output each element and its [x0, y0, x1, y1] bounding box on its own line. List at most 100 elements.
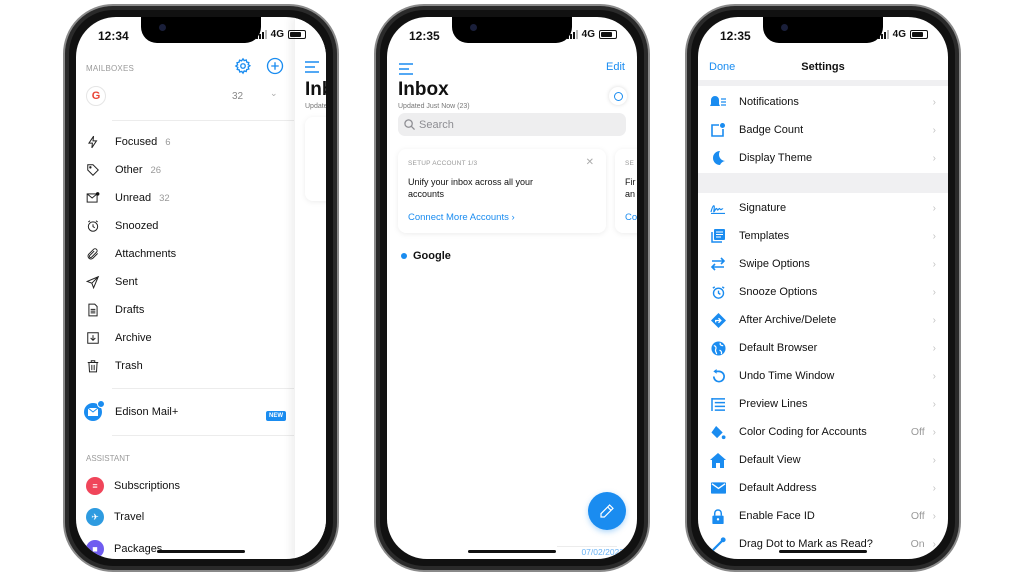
- mailbox-other[interactable]: Other 26: [86, 160, 276, 180]
- chevron-right-icon: ›: [932, 96, 936, 108]
- chevron-right-icon: ›: [932, 152, 936, 164]
- assistant-travel[interactable]: ✈ Travel: [86, 507, 144, 527]
- mailbox-unread[interactable]: Unread 32: [86, 188, 276, 208]
- airplane-icon: ✈: [86, 508, 104, 526]
- battery-icon: [288, 30, 306, 39]
- menu-icon[interactable]: [305, 61, 319, 73]
- unread-mail-icon: [86, 192, 100, 203]
- envelope-icon: [710, 480, 726, 496]
- assistant-packages[interactable]: ■ Packages: [86, 539, 162, 559]
- mailbox-count: 26: [150, 164, 162, 176]
- account-count: 32: [232, 91, 244, 102]
- assistant-label: Packages: [114, 543, 163, 555]
- setting-label: Drag Dot to Mark as Read?: [739, 538, 873, 550]
- account-row[interactable]: G 32 ⌄: [86, 85, 284, 109]
- mailbox-label: Archive: [115, 332, 152, 344]
- close-icon[interactable]: ✕: [586, 157, 594, 168]
- setting-default-address[interactable]: Default Address ›: [698, 474, 948, 502]
- setting-label: Undo Time Window: [739, 370, 835, 382]
- lines-icon: [710, 396, 726, 412]
- alarm-clock-icon: [87, 220, 99, 232]
- setup-card-next[interactable]: SE Fir an Co: [615, 149, 637, 233]
- setting-default-browser[interactable]: Default Browser ›: [698, 334, 948, 362]
- battery-icon: [910, 30, 928, 39]
- compose-button[interactable]: [588, 492, 626, 530]
- setup-card[interactable]: SETUP ACCOUNT 1/3 ✕ Unify your inbox acr…: [398, 149, 606, 233]
- edit-button[interactable]: Edit: [606, 61, 625, 73]
- chevron-down-icon[interactable]: ⌄: [270, 88, 278, 99]
- setup-card-body: Fir an: [625, 177, 636, 199]
- mailbox-drafts[interactable]: Drafts: [86, 300, 276, 320]
- page-title: Settings: [801, 61, 845, 73]
- edison-mail-plus[interactable]: Edison Mail+: [84, 400, 276, 422]
- setup-card-header: SETUP ACCOUNT 1/3: [408, 160, 478, 167]
- setting-display-theme[interactable]: Display Theme ›: [698, 144, 948, 172]
- link-label: Connect More Accounts: [408, 212, 509, 223]
- home-indicator[interactable]: [468, 550, 556, 553]
- tag-icon: [87, 164, 99, 176]
- inbox-peek-panel[interactable]: Inb Update: [294, 17, 326, 559]
- status-right: 4G: [877, 29, 928, 40]
- notch: [141, 17, 261, 43]
- camera: [781, 24, 788, 31]
- setting-swipe-options[interactable]: Swipe Options ›: [698, 250, 948, 278]
- divider: [112, 435, 294, 436]
- setting-snooze-options[interactable]: Snooze Options ›: [698, 278, 948, 306]
- status-time: 12:35: [720, 29, 751, 43]
- home-indicator[interactable]: [779, 550, 867, 553]
- phone-mailboxes: 12:34 4G MAILBOXES G 32 ⌄ Focused 6 Othe…: [63, 4, 339, 572]
- chevron-right-icon: ›: [932, 342, 936, 354]
- mailbox-attachments[interactable]: Attachments: [86, 244, 276, 264]
- update-status: Updated Just Now (23): [398, 103, 470, 110]
- setting-enable-face-id[interactable]: Enable Face ID Off ›: [698, 502, 948, 530]
- chevron-right-icon: ›: [932, 258, 936, 270]
- setting-signature[interactable]: Signature ›: [698, 194, 948, 222]
- edison-mail-icon: [84, 400, 105, 421]
- setting-label: Swipe Options: [739, 258, 810, 270]
- setting-label: Enable Face ID: [739, 510, 815, 522]
- network-label: 4G: [892, 29, 906, 40]
- setting-badge-count[interactable]: Badge Count ›: [698, 116, 948, 144]
- card-link[interactable]: Co: [625, 212, 637, 223]
- peek-card: [305, 117, 326, 201]
- moon-icon: [710, 150, 726, 166]
- inbox-screen: 12:35 4G Edit Inbox Updated Just Now (23…: [387, 17, 637, 559]
- mailbox-focused[interactable]: Focused 6: [86, 132, 276, 152]
- menu-icon[interactable]: [399, 63, 413, 75]
- chevron-right-icon: ›: [932, 482, 936, 494]
- mailbox-sent[interactable]: Sent: [86, 272, 276, 292]
- connect-accounts-link[interactable]: Connect More Accounts ›: [408, 212, 515, 223]
- account-section-header[interactable]: Google: [401, 250, 451, 262]
- search-input[interactable]: Search: [398, 113, 626, 136]
- phone-settings: 12:35 4G Done Settings Notifications › B…: [685, 4, 961, 572]
- setting-notifications[interactable]: Notifications ›: [698, 88, 948, 116]
- home-icon: [710, 452, 726, 468]
- date-label: 07/02/2022: [581, 547, 624, 557]
- mailbox-trash[interactable]: Trash: [86, 356, 276, 376]
- setting-drag-dot-to-mark-as-read[interactable]: Drag Dot to Mark as Read? On ›: [698, 530, 948, 558]
- setting-color-coding-for-accounts[interactable]: Color Coding for Accounts Off ›: [698, 418, 948, 446]
- assistant-label: Travel: [114, 511, 145, 523]
- gear-icon[interactable]: [234, 57, 252, 75]
- bell-list-icon: [710, 94, 726, 110]
- setting-label: Notifications: [739, 96, 799, 108]
- mailbox-count: 32: [159, 192, 170, 204]
- divider: [112, 388, 294, 389]
- assistant-subscriptions[interactable]: ≡ Subscriptions: [86, 476, 180, 496]
- setting-after-archive-delete[interactable]: After Archive/Delete ›: [698, 306, 948, 334]
- add-account-icon[interactable]: [266, 57, 284, 75]
- mailbox-snoozed[interactable]: Snoozed: [86, 216, 276, 236]
- setting-undo-time-window[interactable]: Undo Time Window ›: [698, 362, 948, 390]
- setting-preview-lines[interactable]: Preview Lines ›: [698, 390, 948, 418]
- swap-arrows-icon: [710, 256, 726, 272]
- mailbox-label: Snoozed: [115, 220, 159, 232]
- chevron-right-icon: ›: [932, 398, 936, 410]
- status-time: 12:34: [98, 29, 129, 43]
- setting-default-view[interactable]: Default View ›: [698, 446, 948, 474]
- chevron-right-icon: ›: [932, 202, 936, 214]
- home-indicator[interactable]: [157, 550, 245, 553]
- network-label: 4G: [270, 29, 284, 40]
- setting-templates[interactable]: Templates ›: [698, 222, 948, 250]
- mailbox-archive[interactable]: Archive: [86, 328, 276, 348]
- assistant-label: Subscriptions: [114, 480, 181, 492]
